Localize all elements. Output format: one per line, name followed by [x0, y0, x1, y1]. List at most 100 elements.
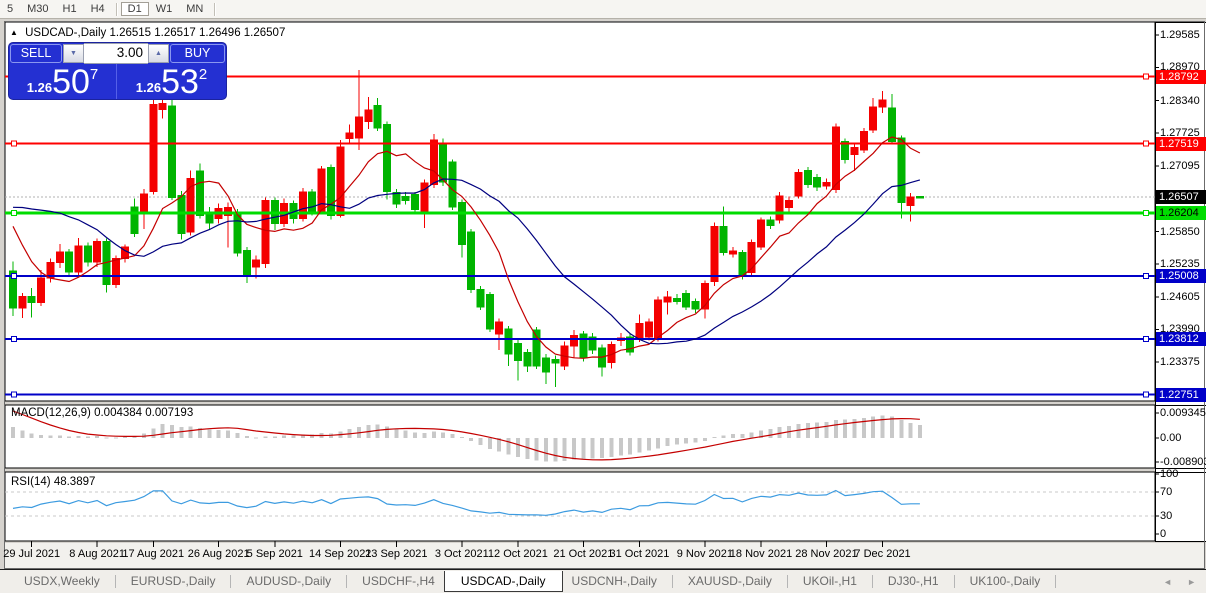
- sell-price[interactable]: 1.26 50 7: [9, 64, 117, 99]
- candle-body: [327, 167, 334, 215]
- macd-histogram-bar: [235, 433, 239, 438]
- macd-histogram-bar: [170, 425, 174, 438]
- chart-tab-eurusd-daily[interactable]: EURUSD-,Daily: [122, 571, 225, 592]
- chart-tab-dj30-h1[interactable]: DJ30-,H1: [879, 571, 948, 592]
- buy-price[interactable]: 1.26 53 2: [117, 64, 226, 99]
- rsi-tick-label: 30: [1160, 510, 1172, 522]
- candle-body: [412, 195, 419, 210]
- macd-histogram-bar: [20, 431, 24, 438]
- chart-tab-usdcnh-daily[interactable]: USDCNH-,Daily: [563, 571, 666, 592]
- candle-body: [729, 251, 736, 254]
- volume-decrease-button[interactable]: ▼: [63, 44, 84, 63]
- tab-scroll-left-button[interactable]: ◄: [1163, 577, 1172, 587]
- macd-histogram-bar: [263, 436, 267, 438]
- candle-body: [580, 334, 587, 358]
- macd-histogram-bar: [189, 427, 193, 438]
- date-label: 18 Nov 2021: [730, 548, 792, 560]
- candle-body: [907, 197, 914, 205]
- macd-histogram-bar: [48, 436, 52, 438]
- chart-tab-uk100-daily[interactable]: UK100-,Daily: [961, 571, 1050, 592]
- level-anchor-handle: [12, 210, 17, 215]
- candle-body: [645, 322, 652, 337]
- one-click-trading-panel: SELL ▼ 3.00 ▲ BUY 1.26 50 7 1.26 53 2: [8, 42, 227, 100]
- date-label: 17 Aug 2021: [122, 548, 184, 560]
- volume-increase-button[interactable]: ▲: [148, 44, 169, 63]
- candle-body: [496, 322, 503, 334]
- macd-histogram-bar: [544, 438, 548, 462]
- macd-histogram-bar: [282, 436, 286, 438]
- date-label: 26 Aug 2021: [188, 548, 250, 560]
- level-anchor-handle: [12, 392, 17, 397]
- macd-tick-label: 0.00: [1160, 432, 1181, 444]
- macd-histogram-bar: [404, 431, 408, 438]
- chart-tab-usdx-weekly[interactable]: USDX,Weekly: [15, 571, 109, 592]
- candle-body: [524, 353, 531, 366]
- date-label: 31 Oct 2021: [609, 548, 669, 560]
- date-label: 29 Jul 2021: [3, 548, 60, 560]
- macd-histogram-bar: [217, 430, 221, 438]
- candle-body: [355, 117, 362, 138]
- macd-histogram-bar: [95, 436, 99, 438]
- candle-body: [94, 242, 101, 263]
- chart-tab-ukoil-h1[interactable]: UKOil-,H1: [794, 571, 866, 592]
- candle-body: [655, 300, 662, 339]
- level-anchor-handle: [12, 336, 17, 341]
- macd-histogram-bar: [815, 423, 819, 438]
- macd-histogram-bar: [254, 437, 258, 438]
- macd-histogram-bar: [39, 435, 43, 438]
- candle-body: [832, 127, 839, 190]
- macd-histogram-bar: [553, 438, 557, 462]
- candle-body: [664, 297, 671, 302]
- macd-histogram-bar: [609, 438, 613, 457]
- macd-histogram-bar: [441, 432, 445, 438]
- volume-input[interactable]: 3.00: [84, 43, 148, 64]
- sell-button[interactable]: SELL: [10, 44, 62, 63]
- buy-button[interactable]: BUY: [170, 44, 225, 63]
- level-anchor-handle: [1144, 273, 1149, 278]
- chart-tab-usdcad-daily[interactable]: USDCAD-,Daily: [444, 571, 563, 592]
- tab-separator: [1055, 575, 1056, 588]
- macd-histogram-bar: [666, 438, 670, 446]
- price-tick-label: 1.29585: [1160, 29, 1200, 41]
- macd-histogram-bar: [675, 438, 679, 445]
- candle-body: [673, 298, 680, 301]
- candle-body: [178, 195, 185, 233]
- macd-histogram-bar: [179, 427, 183, 438]
- candle-body: [505, 329, 512, 354]
- price-tick-label: 1.27095: [1160, 160, 1200, 172]
- candle-body: [804, 171, 811, 185]
- date-label: 23 Sep 2021: [365, 548, 427, 560]
- macd-histogram-bar: [656, 438, 660, 448]
- triangle-down-icon: ▼: [70, 50, 77, 57]
- level-anchor-handle: [12, 141, 17, 146]
- chart-tab-audusd-daily[interactable]: AUDUSD-,Daily: [237, 571, 340, 592]
- candle-body: [150, 105, 157, 192]
- candle-body: [28, 296, 35, 302]
- chart-tab-xauusd-daily[interactable]: XAUUSD-,Daily: [679, 571, 781, 592]
- level-anchor-handle: [1144, 392, 1149, 397]
- candle-body: [468, 232, 475, 289]
- macd-histogram-bar: [413, 433, 417, 438]
- candle-body: [243, 251, 250, 275]
- tab-scroll-right-button[interactable]: ►: [1187, 577, 1196, 587]
- buy-price-pip: 2: [199, 66, 207, 83]
- date-label: 21 Oct 2021: [553, 548, 613, 560]
- candle-body: [440, 143, 447, 182]
- macd-histogram-bar: [422, 433, 426, 438]
- chart-tab-usdchf-h4[interactable]: USDCHF-,H4: [353, 571, 444, 592]
- candle-body: [262, 201, 269, 264]
- macd-histogram-bar: [572, 438, 576, 460]
- candle-body: [197, 171, 204, 215]
- candle-body: [814, 177, 821, 186]
- candle-body: [795, 173, 802, 196]
- macd-histogram-bar: [207, 430, 211, 438]
- candle-body: [112, 258, 119, 284]
- tab-separator: [115, 575, 116, 588]
- candle-body: [458, 203, 465, 245]
- candle-body: [402, 196, 409, 200]
- collapse-chart-icon[interactable]: ▲: [10, 28, 18, 37]
- macd-indicator-label: MACD(12,26,9) 0.004384 0.007193: [11, 407, 193, 419]
- candle-body: [683, 294, 690, 307]
- tab-separator: [346, 575, 347, 588]
- macd-histogram-bar: [151, 428, 155, 438]
